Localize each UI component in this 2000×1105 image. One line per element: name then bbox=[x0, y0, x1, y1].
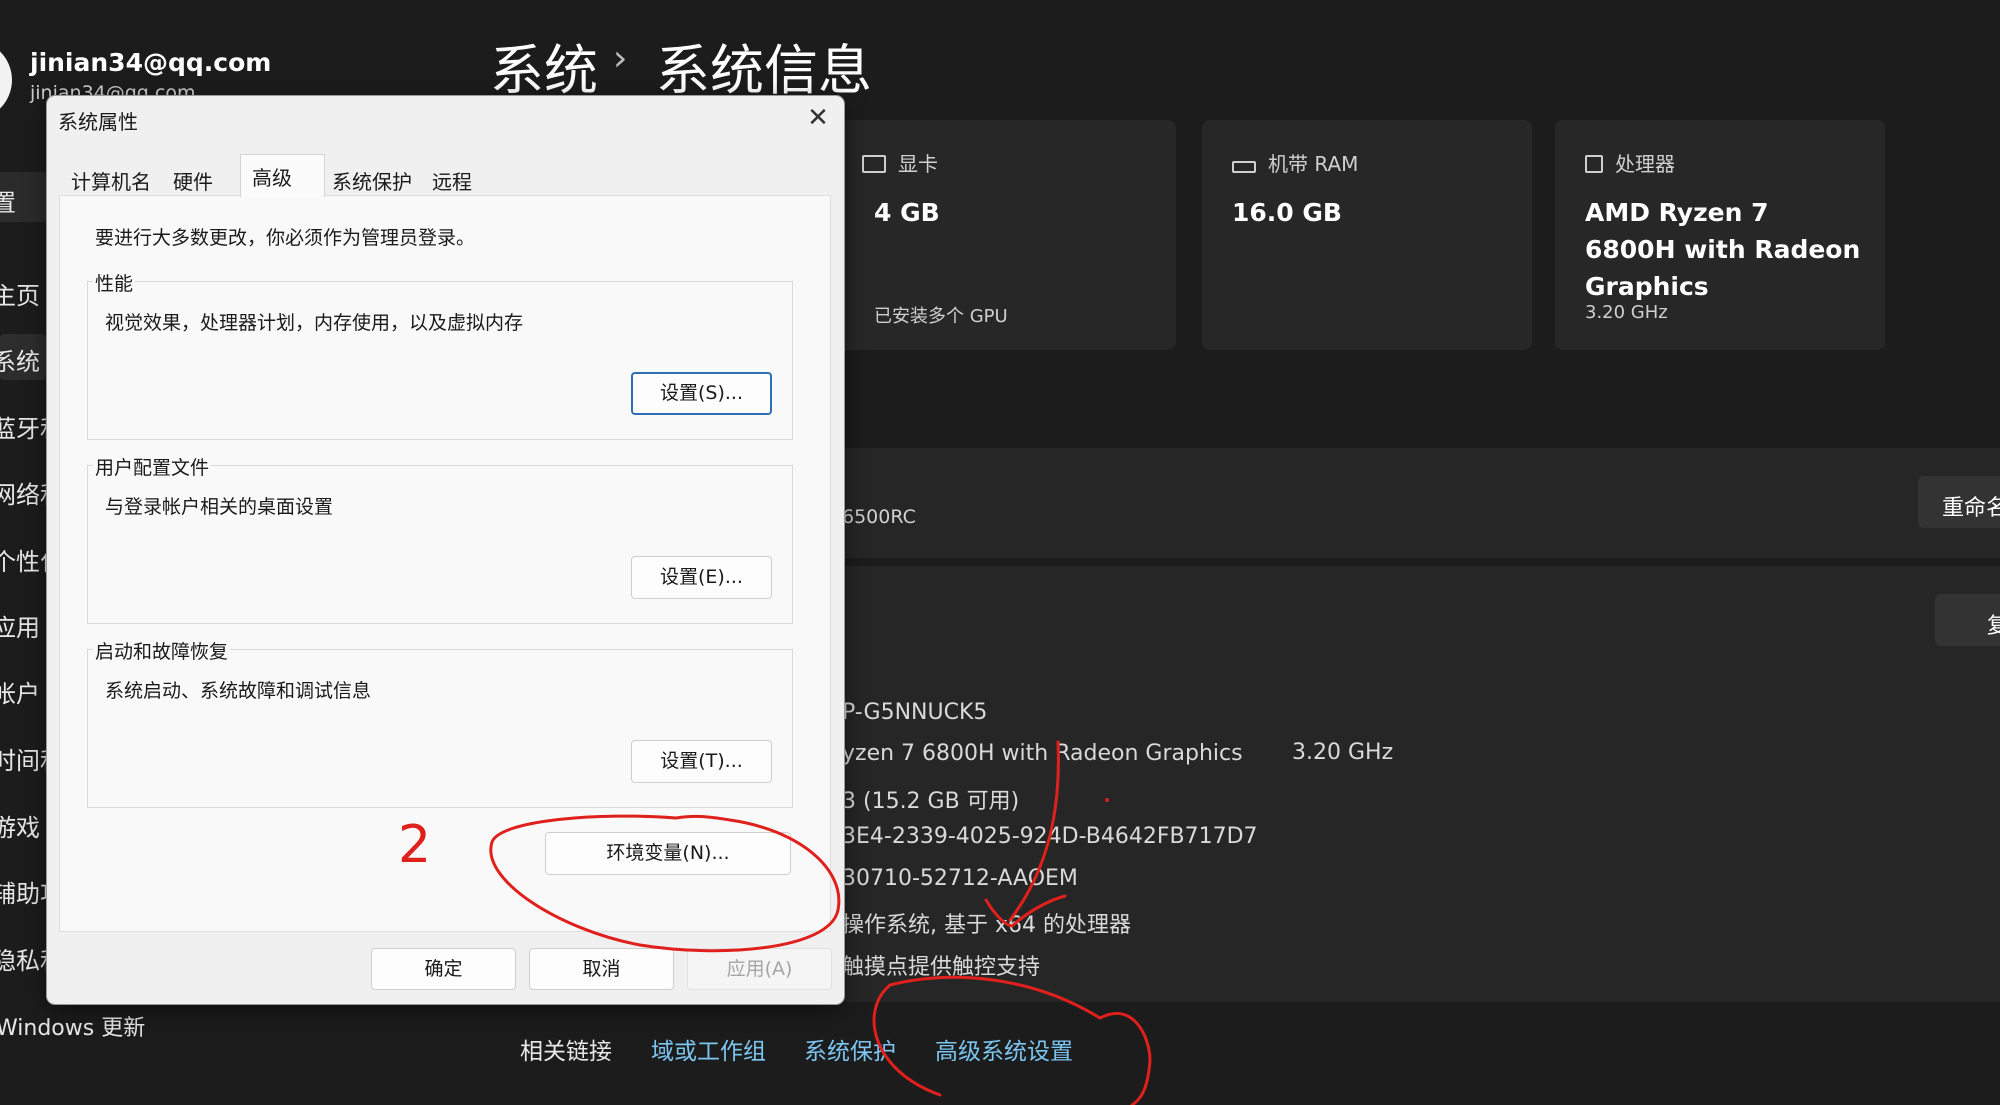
spec-device-id: 3E4-2339-4025-924D-B4642FB717D7 bbox=[842, 824, 1258, 849]
apply-button[interactable]: 应用(A) bbox=[687, 948, 832, 990]
startup-recovery-settings-button[interactable]: 设置(T)... bbox=[631, 740, 772, 783]
tab-remote[interactable]: 远程 bbox=[432, 166, 472, 195]
card-cpu: 处理器 AMD Ryzen 7 6800H with Radeon Graphi… bbox=[1555, 120, 1885, 350]
card-gpu-sub: 已安装多个 GPU bbox=[874, 306, 1008, 327]
spec-pen-touch: 触摸点提供触控支持 bbox=[842, 955, 1041, 980]
spec-system-type: 操作系统, 基于 x64 的处理器 bbox=[842, 913, 1131, 938]
cpu-icon bbox=[1585, 155, 1603, 173]
nav-item-home[interactable]: 主页 bbox=[0, 276, 40, 311]
spec-product-id: 30710-52712-AAOEM bbox=[842, 866, 1078, 891]
nav-item-windows-update[interactable]: Windows 更新 bbox=[0, 1010, 145, 1042]
nav-item-search-fragment[interactable]: 置 bbox=[0, 183, 16, 218]
ram-icon bbox=[1232, 161, 1256, 173]
link-advanced-system-settings[interactable]: 高级系统设置 bbox=[935, 1032, 1073, 1066]
group-user-profiles-title: 用户配置文件 bbox=[93, 453, 212, 480]
group-performance-desc: 视觉效果，处理器计划，内存使用，以及虚拟内存 bbox=[105, 312, 524, 334]
rename-button[interactable]: 重命名 bbox=[1918, 476, 2000, 528]
environment-variables-button[interactable]: 环境变量(N)... bbox=[545, 832, 791, 875]
dialog-title: 系统属性 bbox=[58, 110, 138, 134]
tab-advanced[interactable]: 高级 bbox=[252, 162, 292, 191]
card-cpu-sub: 3.20 GHz bbox=[1585, 302, 1668, 323]
display-icon bbox=[862, 155, 886, 173]
device-model: 6500RC bbox=[842, 506, 916, 528]
card-ram-value: 16.0 GB bbox=[1232, 198, 1342, 227]
nav-item-apps[interactable]: 应用 bbox=[0, 608, 40, 643]
tab-computer-name[interactable]: 计算机名 bbox=[71, 166, 151, 195]
breadcrumb-separator: › bbox=[613, 38, 628, 79]
account-name: jinian34@qq.com bbox=[30, 48, 272, 77]
performance-settings-button[interactable]: 设置(S)... bbox=[631, 372, 772, 415]
admin-notice: 要进行大多数更改，你必须作为管理员登录。 bbox=[95, 227, 476, 249]
card-cpu-value: AMD Ryzen 7 6800H with Radeon Graphics bbox=[1585, 198, 1861, 301]
spec-device-name: P-G5NNUCK5 bbox=[842, 700, 988, 725]
breadcrumb-parent[interactable]: 系统 bbox=[490, 26, 598, 105]
nav-item-accounts[interactable]: 帐户 bbox=[0, 674, 40, 709]
avatar[interactable] bbox=[0, 40, 12, 120]
page-title: 系统信息 bbox=[656, 39, 872, 102]
card-cpu-title: 处理器 bbox=[1615, 152, 1675, 176]
card-ram-title: 机带 RAM bbox=[1268, 152, 1359, 176]
ok-button[interactable]: 确定 bbox=[371, 948, 516, 990]
related-links-label: 相关链接 bbox=[520, 1039, 612, 1065]
card-gpu: 显卡 4 GB 已安装多个 GPU bbox=[832, 120, 1176, 350]
spec-processor-speed: 3.20 GHz bbox=[1292, 740, 1394, 765]
link-system-protection[interactable]: 系统保护 bbox=[804, 1032, 896, 1066]
cancel-button[interactable]: 取消 bbox=[529, 948, 674, 990]
tab-hardware[interactable]: 硬件 bbox=[173, 166, 213, 195]
spec-ram: 3 (15.2 GB 可用) bbox=[842, 789, 1020, 814]
card-ram: 机带 RAM 16.0 GB bbox=[1202, 120, 1532, 350]
group-performance-title: 性能 bbox=[93, 269, 136, 296]
card-gpu-title: 显卡 bbox=[898, 152, 938, 176]
nav-item-system[interactable]: 系统 bbox=[0, 342, 40, 377]
link-domain-workgroup[interactable]: 域或工作组 bbox=[651, 1032, 766, 1066]
copy-button[interactable]: 复 bbox=[1935, 594, 2000, 646]
close-icon[interactable]: ✕ bbox=[798, 100, 838, 136]
user-profiles-settings-button[interactable]: 设置(E)... bbox=[631, 556, 772, 599]
group-startup-recovery-title: 启动和故障恢复 bbox=[93, 637, 231, 664]
group-startup-recovery-desc: 系统启动、系统故障和调试信息 bbox=[105, 680, 372, 702]
group-performance bbox=[87, 281, 793, 440]
device-name-panel bbox=[838, 448, 2000, 558]
tab-system-protection[interactable]: 系统保护 bbox=[332, 166, 412, 195]
nav-item-gaming[interactable]: 游戏 bbox=[0, 808, 40, 843]
card-gpu-value: 4 GB bbox=[874, 198, 940, 227]
group-user-profiles-desc: 与登录帐户相关的桌面设置 bbox=[105, 496, 334, 518]
spec-processor: yzen 7 6800H with Radeon Graphics bbox=[842, 741, 1243, 766]
group-startup-recovery bbox=[87, 649, 793, 808]
group-user-profiles bbox=[87, 465, 793, 624]
system-properties-dialog: 系统属性 ✕ 计算机名 硬件 高级 系统保护 远程 要进行大多数更改，你必须作为… bbox=[47, 96, 844, 1004]
